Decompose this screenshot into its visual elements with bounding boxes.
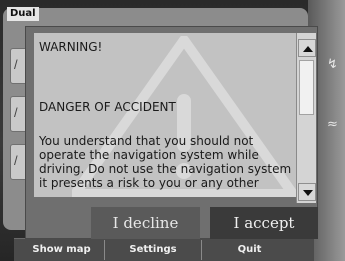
warning-text-line: You understand that you should not [39, 134, 254, 148]
vertical-scrollbar[interactable] [296, 33, 316, 203]
brand-logo: Dual [7, 7, 39, 21]
warning-text-line: operate the navigation system while [39, 148, 259, 162]
warning-text-line: driving. Do not use the navigation syste… [39, 162, 303, 176]
scroll-thumb[interactable] [299, 60, 314, 115]
warning-text-line: it presents a risk to you or any other [39, 176, 259, 190]
side-glyph-icon: ≈ [327, 117, 338, 132]
decline-button[interactable]: I decline [91, 207, 200, 239]
settings-button[interactable]: Settings [104, 240, 201, 260]
quit-button[interactable]: Quit [201, 240, 297, 260]
side-glyph-icon: ↯ [327, 57, 338, 72]
warning-heading: DANGER OF ACCIDENT [39, 100, 176, 114]
warning-title: WARNING! [39, 40, 103, 54]
scroll-down-icon[interactable] [298, 183, 316, 201]
show-map-button[interactable]: Show map [19, 240, 104, 260]
accept-button[interactable]: I accept [210, 207, 318, 239]
scroll-up-icon[interactable] [298, 39, 316, 57]
